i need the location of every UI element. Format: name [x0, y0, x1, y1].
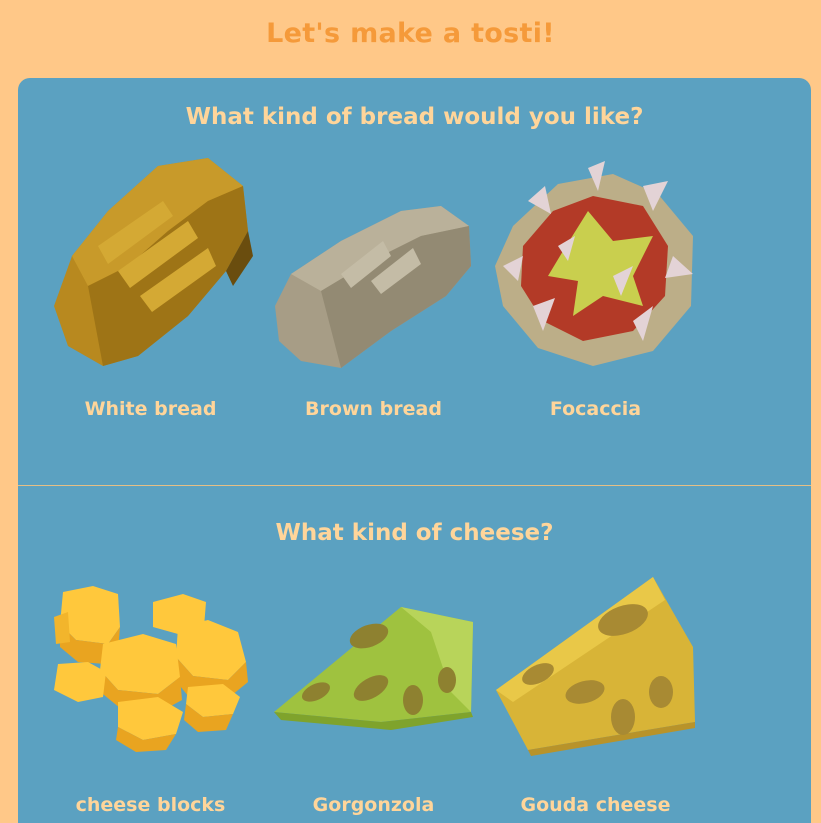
option-white-bread[interactable]: White bread [48, 156, 253, 420]
gouda-cheese-icon [496, 577, 695, 756]
brown-bread-loaf-icon [275, 206, 471, 368]
white-bread-loaf-icon [54, 158, 253, 366]
option-cheese-blocks[interactable]: cheese blocks [48, 572, 253, 816]
option-focaccia[interactable]: Focaccia [493, 156, 698, 420]
selection-panel: What kind of bread would you like? White… [18, 78, 811, 823]
option-label: Gorgonzola [312, 794, 435, 816]
option-gouda-cheese[interactable]: Gouda cheese [493, 572, 698, 816]
cheese-question: What kind of cheese? [275, 520, 554, 546]
gorgonzola-icon [274, 607, 473, 730]
option-label: White bread [84, 398, 217, 420]
option-label: cheese blocks [75, 794, 226, 816]
focaccia-icon [495, 161, 693, 366]
section-divider [18, 485, 811, 486]
option-gorgonzola[interactable]: Gorgonzola [271, 572, 476, 816]
page-title: Let's make a tosti! [266, 18, 555, 49]
option-brown-bread[interactable]: Brown bread [271, 156, 476, 420]
cheese-blocks-icon [54, 586, 248, 752]
bread-question: What kind of bread would you like? [185, 104, 644, 130]
option-label: Gouda cheese [520, 794, 671, 816]
option-label: Brown bread [305, 398, 442, 420]
option-label: Focaccia [549, 398, 642, 420]
